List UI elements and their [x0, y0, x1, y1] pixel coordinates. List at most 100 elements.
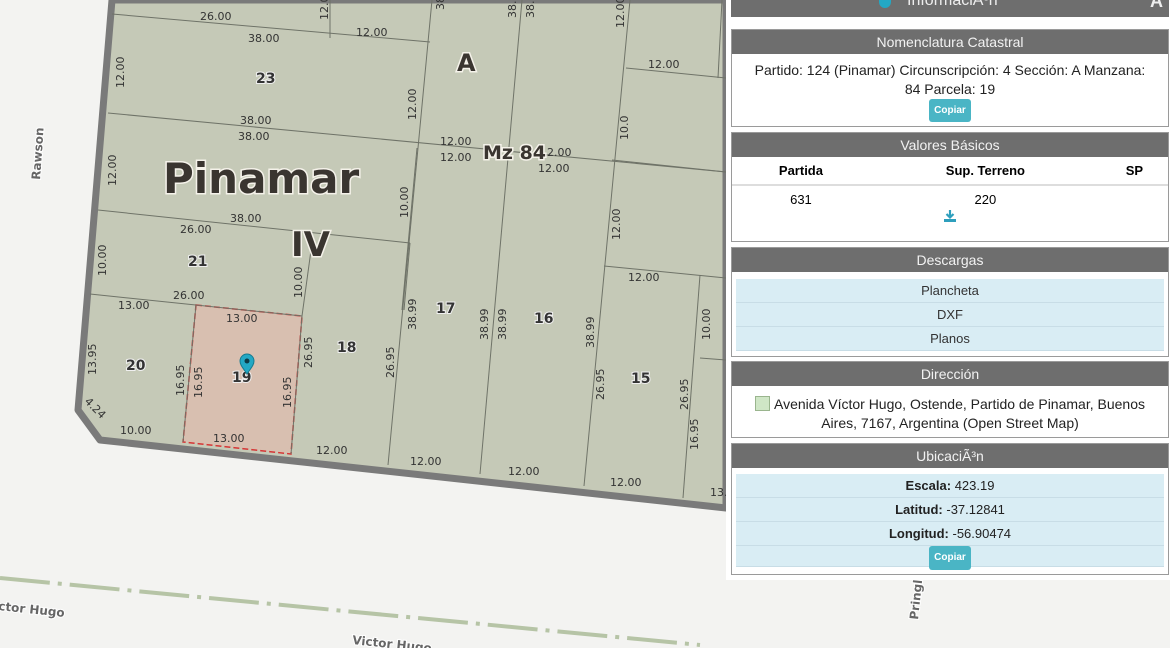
section-nomenclatura: Nomenclatura Catastral Partido: 124 (Pin… [731, 29, 1169, 127]
svg-text:10.00: 10.00 [700, 309, 713, 341]
svg-text:16: 16 [534, 311, 553, 327]
cell-sup-terreno: 220 [974, 192, 997, 207]
valores-table: Partida Sup. Terreno SP 631 220 [732, 157, 1168, 209]
section-label: A [457, 49, 476, 77]
svg-text:18: 18 [337, 340, 356, 356]
svg-text:13.00: 13.00 [226, 312, 258, 325]
dxf-link[interactable]: DXF [736, 303, 1164, 327]
city-label: Pinamar [163, 154, 360, 203]
plancheta-link[interactable]: Plancheta [736, 279, 1164, 303]
section-direccion: Dirección Avenida Víctor Hugo, Ostende, … [731, 361, 1169, 438]
svg-text:38.00: 38.00 [238, 130, 270, 143]
nomenclatura-title: Nomenclatura Catastral [732, 30, 1168, 54]
col-partida: Partida [732, 157, 870, 186]
block-label: Mz 84 [483, 142, 546, 164]
svg-text:16.95: 16.95 [281, 377, 294, 409]
svg-text:12.00: 12.00 [440, 151, 472, 164]
svg-text:12.00: 12.00 [318, 0, 331, 20]
longitud-row: Longitud: -56.90474 [736, 522, 1164, 546]
svg-text:12.00: 12.00 [628, 271, 660, 284]
ubicacion-title: UbicaciÃ³n [732, 444, 1168, 468]
font-size-icon[interactable]: A [1150, 0, 1163, 12]
info-panel: InformaciÃ³n A Nomenclatura Catastral Pa… [726, 0, 1170, 580]
svg-text:38.9: 38.9 [524, 0, 537, 18]
svg-text:10.00: 10.00 [398, 187, 411, 219]
svg-text:38.99: 38.99 [478, 309, 491, 341]
street-pringles: Pringl [907, 579, 925, 620]
svg-text:10.00: 10.00 [120, 424, 152, 437]
circ-label: IV [291, 225, 331, 265]
svg-text:21: 21 [188, 254, 207, 270]
svg-text:12.00: 12.00 [106, 155, 119, 187]
svg-text:12.00: 12.00 [610, 209, 623, 241]
svg-text:12.00: 12.00 [508, 465, 540, 478]
svg-text:13.00: 13.00 [213, 432, 245, 445]
section-descargas: Descargas Plancheta DXF Planos [731, 247, 1169, 357]
svg-text:38.99: 38.99 [584, 317, 597, 349]
section-ubicacion: UbicaciÃ³n Escala: 423.19 Latitud: -37.1… [731, 443, 1169, 575]
block-84[interactable] [74, 0, 730, 512]
map-icon [755, 396, 771, 411]
escala-value: 423.19 [954, 478, 995, 493]
copy-row: Copiar [736, 546, 1164, 570]
svg-text:26.95: 26.95 [302, 337, 315, 369]
street-line-victor-hugo [0, 576, 701, 647]
svg-text:38.99: 38.99 [496, 309, 509, 341]
svg-text:26.95: 26.95 [678, 379, 691, 411]
section-valores: Valores Básicos Partida Sup. Terreno SP … [731, 132, 1169, 242]
svg-text:12.00: 12.00 [356, 26, 388, 39]
svg-text:12.00: 12.00 [410, 455, 442, 468]
svg-text:23: 23 [256, 71, 275, 87]
svg-text:16.95: 16.95 [192, 367, 205, 399]
descargas-title: Descargas [732, 248, 1168, 272]
longitud-value: -56.90474 [952, 526, 1012, 541]
svg-text:10.00: 10.00 [96, 245, 109, 277]
svg-text:12.00: 12.00 [440, 135, 472, 148]
svg-text:38.00: 38.00 [240, 114, 272, 127]
svg-text:38.9: 38.9 [506, 0, 519, 18]
street-victor-hugo-b: Victor Hugo [352, 633, 433, 648]
svg-text:12.00: 12.00 [610, 476, 642, 489]
svg-text:20: 20 [126, 358, 146, 374]
direccion-title: Dirección [732, 362, 1168, 386]
svg-text:38.99: 38.99 [434, 0, 447, 10]
svg-text:26.00: 26.00 [200, 10, 232, 23]
planos-link[interactable]: Planos [736, 327, 1164, 351]
svg-text:12.00: 12.00 [114, 57, 127, 89]
copy-nomenclatura-button[interactable]: Copiar [929, 99, 971, 122]
svg-text:12.00: 12.00 [648, 58, 680, 71]
svg-text:13.00: 13.00 [118, 299, 150, 312]
panel-title: InformaciÃ³n [907, 0, 998, 9]
svg-text:12.00: 12.00 [406, 89, 419, 121]
cell-sp [1101, 185, 1168, 209]
nomenclatura-text: Partido: 124 (Pinamar) Circunscripción: … [754, 62, 1146, 97]
direccion-text: Avenida Víctor Hugo, Ostende, Partido de… [774, 396, 1145, 431]
cell-partida: 631 [790, 192, 812, 207]
svg-text:13.: 13. [710, 486, 728, 499]
latitud-row: Latitud: -37.12841 [736, 498, 1164, 522]
svg-text:38.99: 38.99 [406, 299, 419, 331]
escala-row: Escala: 423.19 [736, 474, 1164, 498]
street-victor-hugo-a: ctor Hugo [0, 599, 65, 620]
svg-text:17: 17 [436, 301, 455, 317]
copy-ubicacion-button[interactable]: Copiar [929, 546, 971, 570]
valores-title: Valores Básicos [732, 133, 1168, 157]
col-sup-terreno: Sup. Terreno [869, 157, 1101, 186]
panel-header: InformaciÃ³n A [731, 0, 1169, 17]
download-icon[interactable] [732, 209, 1168, 228]
svg-text:10.0: 10.0 [618, 116, 631, 141]
info-icon [879, 0, 891, 8]
svg-text:26.00: 26.00 [180, 223, 212, 236]
col-sp: SP [1100, 157, 1168, 186]
svg-text:12.00: 12.00 [316, 444, 348, 457]
street-rawson: Rawson [29, 127, 47, 180]
svg-text:26.95: 26.95 [384, 347, 397, 379]
svg-text:16.95: 16.95 [688, 419, 701, 451]
svg-text:38.00: 38.00 [248, 32, 280, 45]
svg-text:26.00: 26.00 [173, 289, 205, 302]
svg-text:10.00: 10.00 [292, 267, 305, 299]
svg-text:15: 15 [631, 371, 650, 387]
table-row: 631 220 [732, 185, 1168, 209]
svg-text:13.95: 13.95 [86, 344, 99, 376]
svg-text:26.95: 26.95 [594, 369, 607, 401]
